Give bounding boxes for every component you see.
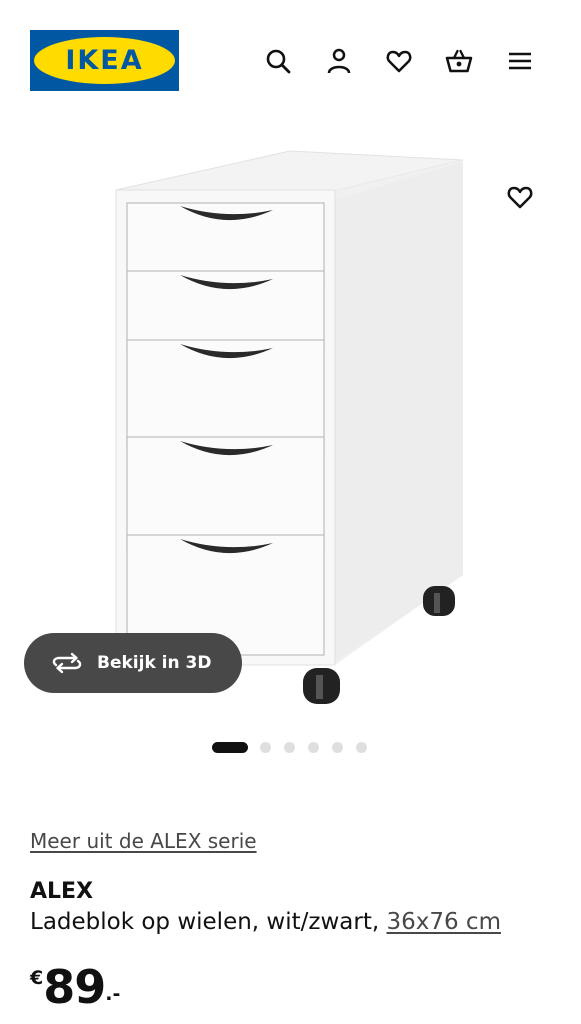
search-icon[interactable]: [261, 44, 295, 78]
product-price: € 89 .-: [30, 957, 120, 1017]
favorite-button[interactable]: [503, 180, 537, 214]
carousel-dot[interactable]: [308, 741, 319, 753]
carousel-dot[interactable]: [332, 741, 343, 753]
price-decimal: .-: [105, 983, 121, 1005]
drawer-unit-illustration: [115, 150, 464, 704]
carousel-dot[interactable]: [260, 741, 271, 753]
price-currency: €: [30, 967, 44, 989]
series-link[interactable]: Meer uit de ALEX serie: [30, 829, 257, 853]
logo-text: IKEA: [65, 45, 144, 76]
ikea-logo[interactable]: IKEA: [30, 30, 179, 91]
logo-oval: IKEA: [34, 37, 175, 84]
rotate-3d-icon: [50, 651, 84, 675]
basket-icon[interactable]: [442, 44, 476, 78]
product-description-text: Ladeblok op wielen, wit/zwart,: [30, 909, 380, 935]
size-link[interactable]: 36x76 cm: [386, 909, 501, 935]
price-integer: 89: [43, 960, 106, 1014]
carousel-dot[interactable]: [356, 741, 367, 753]
view-3d-button[interactable]: Bekijk in 3D: [24, 633, 242, 693]
heart-icon[interactable]: [382, 44, 416, 78]
product-description: Ladeblok op wielen, wit/zwart, 36x76 cm: [30, 909, 501, 935]
menu-icon[interactable]: [503, 44, 537, 78]
carousel-dot[interactable]: [212, 741, 248, 753]
user-icon[interactable]: [322, 44, 356, 78]
site-header: IKEA: [0, 0, 581, 120]
heart-icon: [506, 183, 534, 211]
product-name: ALEX: [30, 879, 94, 904]
carousel-dot[interactable]: [284, 741, 295, 753]
product-image[interactable]: [0, 120, 581, 720]
carousel-dots: [212, 741, 380, 753]
view-3d-label: Bekijk in 3D: [97, 653, 212, 673]
